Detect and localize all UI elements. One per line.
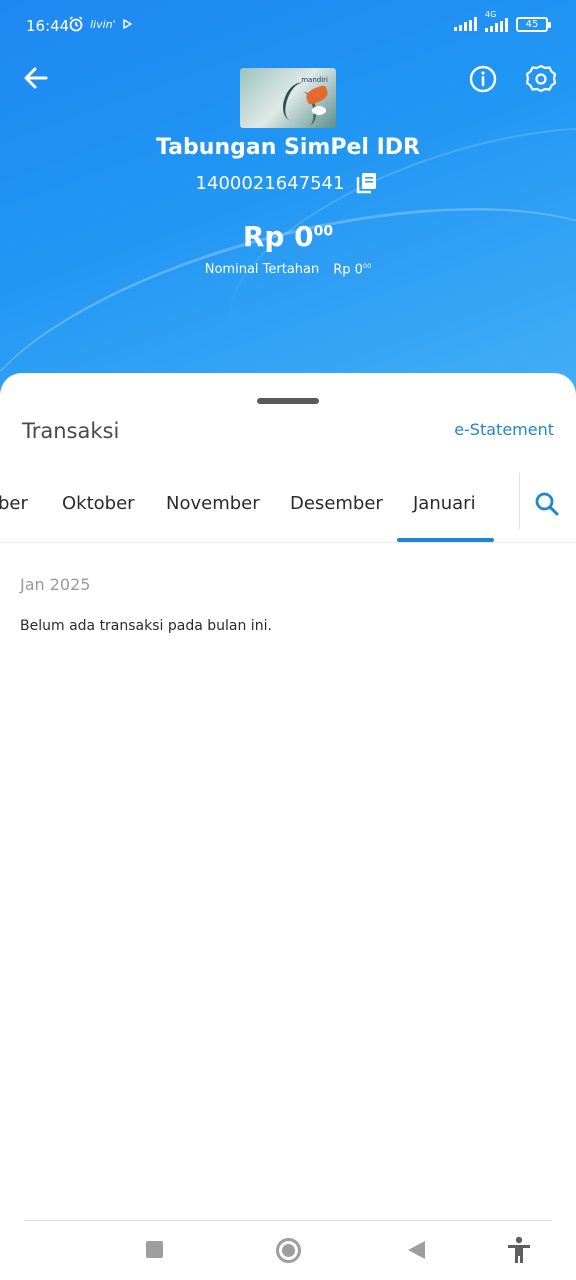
month-heading: Jan 2025 (20, 575, 91, 594)
search-transactions-button[interactable] (532, 489, 562, 519)
status-time: 16:44 (26, 17, 70, 35)
status-bar: 16:44 livin' 4G 45 (0, 0, 576, 52)
account-number-row: 1400021647541 (0, 170, 576, 196)
signal-icon (454, 17, 477, 31)
transactions-sheet: Transaksi e-Statement ber Oktober Novemb… (0, 373, 576, 1280)
divider (0, 542, 576, 543)
info-icon (469, 65, 497, 93)
tab-oktober[interactable]: Oktober (62, 493, 135, 514)
arrow-left-icon (24, 67, 48, 89)
play-icon (122, 19, 132, 29)
settings-button[interactable] (525, 63, 557, 95)
balance-decimal: 00 (313, 223, 334, 240)
tab-januari[interactable]: Januari (413, 493, 476, 514)
recent-apps-button[interactable] (146, 1241, 163, 1258)
estatement-link[interactable]: e-Statement (454, 420, 554, 439)
card-art (312, 106, 326, 115)
hold-amount: Rp 0 (333, 262, 363, 278)
home-button[interactable] (276, 1238, 301, 1263)
tab-november[interactable]: November (166, 493, 260, 514)
account-name: Tabungan SimPel IDR (156, 135, 420, 160)
account-number: 1400021647541 (195, 172, 345, 194)
tab-desember[interactable]: Desember (290, 493, 383, 514)
network-type-label: 4G (485, 10, 497, 19)
transactions-title: Transaksi (22, 419, 120, 443)
empty-state-message: Belum ada transaksi pada bulan ini. (20, 618, 272, 634)
account-balance: Rp 000 (0, 220, 576, 253)
copy-icon (357, 173, 377, 194)
account-card-image: mandiri (240, 68, 336, 128)
sheet-drag-handle[interactable] (257, 398, 319, 404)
balance-amount: Rp 0 (242, 220, 314, 253)
copy-account-number-button[interactable] (354, 170, 380, 196)
card-brand-logo: mandiri (301, 76, 328, 84)
alarm-icon (69, 16, 83, 32)
divider (24, 1220, 552, 1221)
divider (519, 473, 520, 529)
accessibility-button[interactable] (506, 1236, 532, 1264)
signal-4g-icon: 4G (485, 10, 508, 32)
battery-icon: 45 (516, 16, 551, 32)
gear-icon (525, 64, 557, 93)
account-header (0, 0, 576, 400)
nav-back-button[interactable] (408, 1241, 425, 1259)
status-notification-icons: livin' (68, 16, 132, 32)
back-button[interactable] (20, 62, 52, 94)
hold-amount-row: Nominal Tertahan Rp 000 (0, 262, 576, 277)
month-tabs[interactable]: ber Oktober November Desember Januari (0, 473, 520, 543)
tab-september[interactable]: ber (0, 493, 28, 514)
info-button[interactable] (468, 64, 498, 94)
accessibility-icon (508, 1236, 530, 1263)
hold-decimal: 00 (362, 262, 372, 270)
livin-app-icon: livin' (90, 17, 116, 31)
status-system-icons: 4G 45 (454, 10, 551, 32)
hold-amount-label: Nominal Tertahan (204, 262, 320, 278)
search-icon (535, 492, 559, 516)
